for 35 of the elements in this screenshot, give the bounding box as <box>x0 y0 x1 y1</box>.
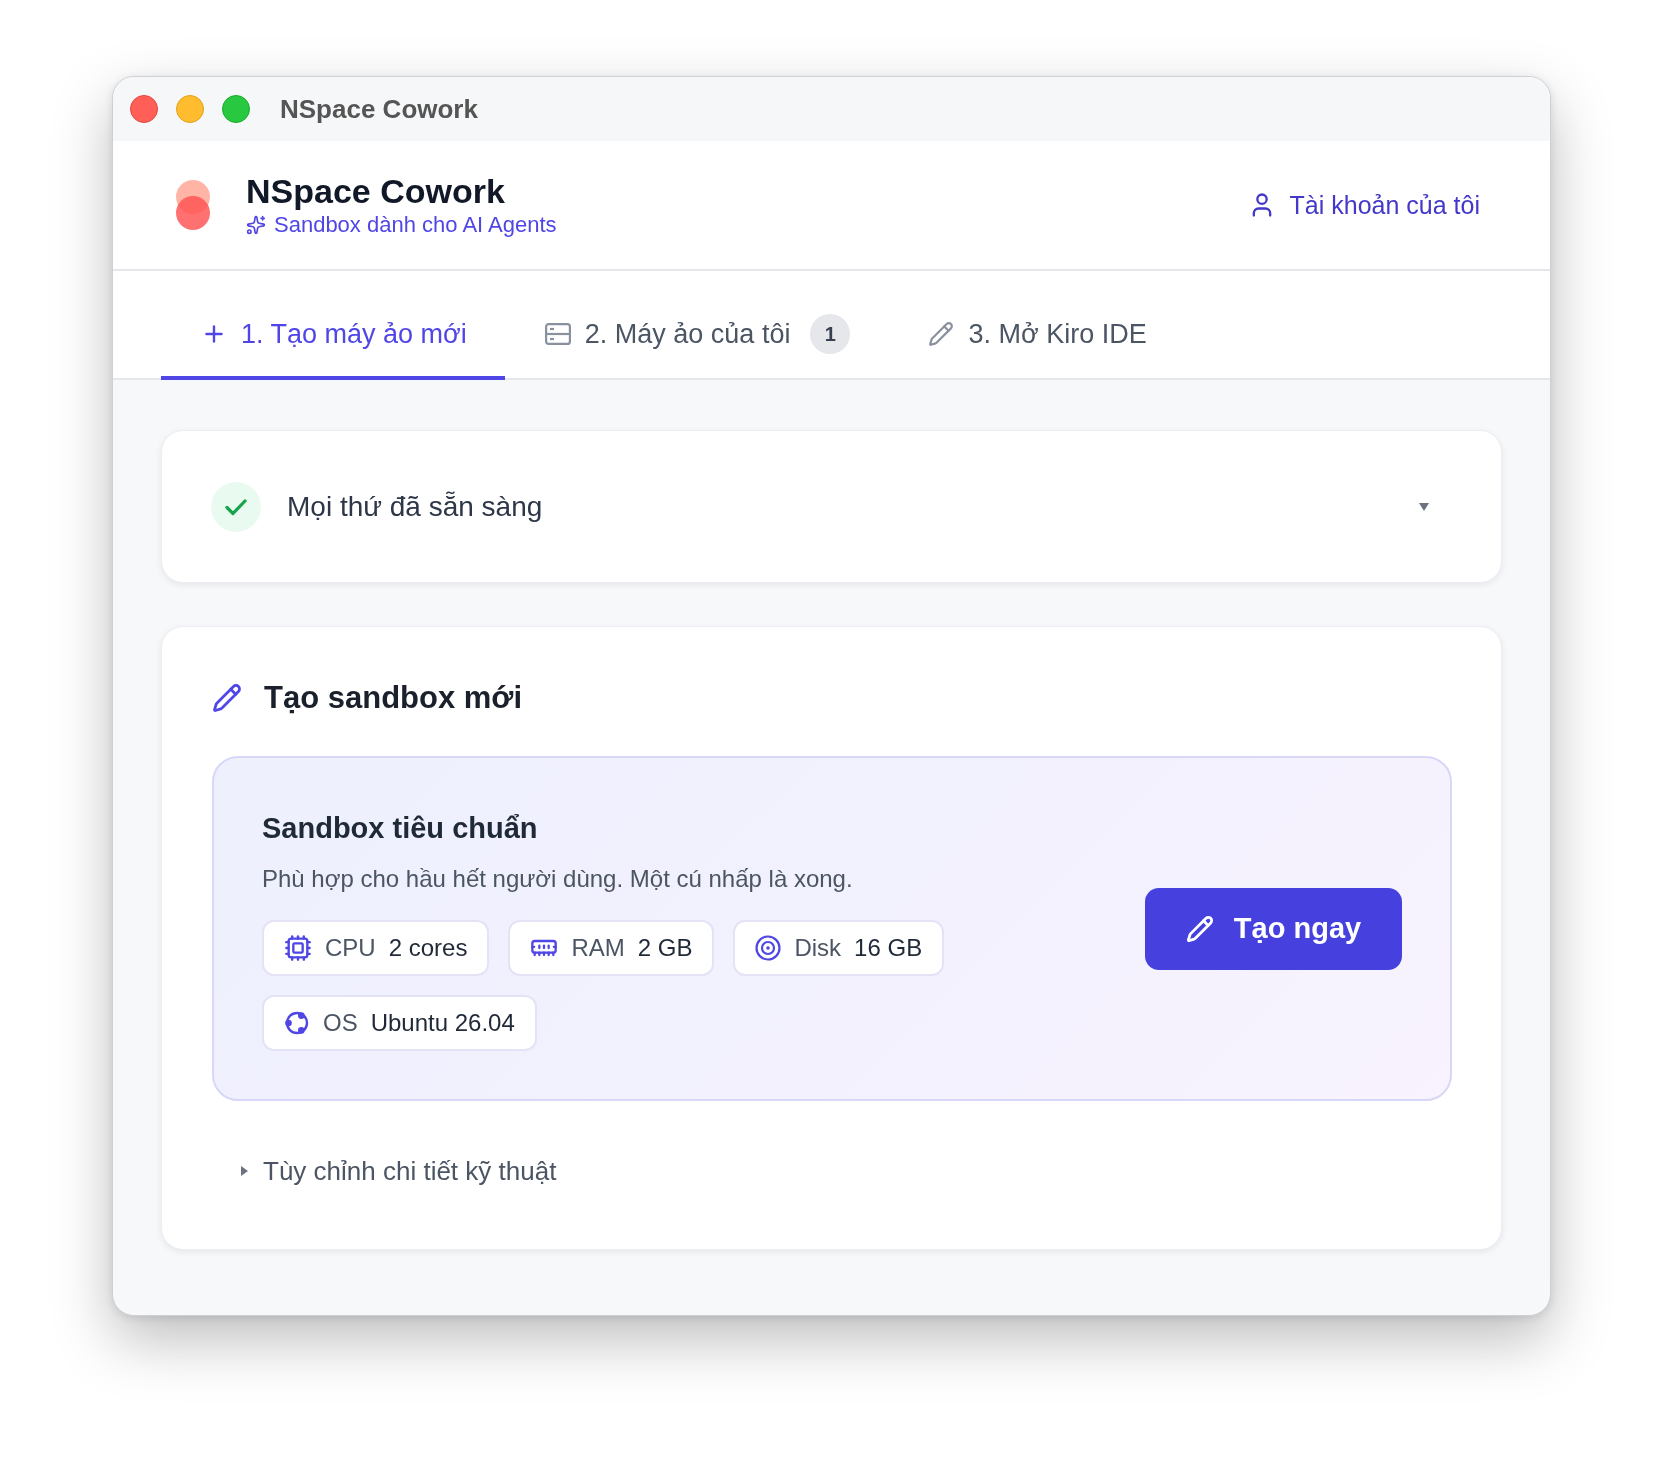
spec-label: Disk <box>794 934 842 962</box>
status-text: Mọi thứ đã sẵn sàng <box>287 490 543 523</box>
spec-label: CPU <box>325 934 376 962</box>
window-title: NSpace Cowork <box>280 93 478 125</box>
spec-value: 16 GB <box>854 934 923 962</box>
circle-dots-icon <box>284 1010 310 1036</box>
chip-icon <box>284 934 312 962</box>
maximize-button[interactable] <box>222 95 250 123</box>
count-badge: 1 <box>810 314 851 354</box>
spec-value: 2 cores <box>388 934 468 962</box>
spec-label: RAM <box>571 934 625 962</box>
tab[interactable]: 1. Tạo máy ảo mới <box>161 292 505 380</box>
logo-icon <box>176 180 210 230</box>
pencil-icon <box>928 321 955 347</box>
preset-description: Phù hợp cho hầu hết người dùng. Một cú nhấp là xong. <box>262 864 854 894</box>
spec-value: Ubuntu 26.04 <box>370 1009 515 1037</box>
section-title: Tạo sandbox mới <box>264 680 523 716</box>
close-button[interactable] <box>130 95 158 123</box>
target-icon <box>755 935 782 961</box>
app-title: NSpace Cowork <box>246 171 506 211</box>
spec-value: 2 GB <box>637 934 693 962</box>
minimize-button[interactable] <box>176 95 204 123</box>
advanced-settings-toggle[interactable]: Tùy chỉnh chi tiết kỹ thuật <box>240 1149 557 1193</box>
create-button[interactable]: Tạo ngay <box>1145 887 1402 970</box>
pencil-icon <box>1185 914 1214 943</box>
pencil-icon <box>212 683 242 713</box>
caret-icon[interactable] <box>1419 502 1429 511</box>
tab[interactable]: 3. Mở Kiro IDE <box>888 292 1185 380</box>
tagline: Sandbox dành cho AI Agents <box>274 211 557 239</box>
tab[interactable]: 2. Máy ảo của tôi 1 <box>504 292 889 380</box>
account-link[interactable]: Tài khoản của tôi <box>1247 190 1480 220</box>
spec-label: OS <box>323 1009 358 1037</box>
sparkles-icon <box>246 215 266 235</box>
preset-title: Sandbox tiêu chuẩn <box>262 811 539 846</box>
server-icon <box>544 323 571 345</box>
